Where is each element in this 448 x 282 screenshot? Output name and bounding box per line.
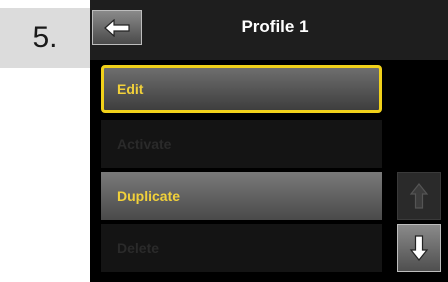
scroll-down-button[interactable] [397,224,441,272]
back-button[interactable] [92,10,142,45]
scroll-up-button[interactable] [397,172,441,220]
page-title: Profile 1 [241,17,309,36]
device-screen: Profile 1 Edit Activate Duplicate Delete [90,0,448,282]
menu-item-label: Edit [117,81,144,97]
menu-item-label: Activate [117,136,172,152]
menu-item-activate[interactable]: Activate [101,120,382,168]
header-bar: Profile 1 [90,0,448,60]
arrow-left-icon [104,18,130,37]
menu-item-duplicate[interactable]: Duplicate [101,172,382,220]
menu-item-label: Delete [117,240,160,256]
step-number-box: 5. [0,8,90,68]
menu-item-delete[interactable]: Delete [101,224,382,272]
step-number: 5. [32,21,58,54]
menu-item-label: Duplicate [117,188,181,204]
arrow-up-icon [409,183,429,209]
arrow-down-icon [409,235,429,261]
menu-item-edit[interactable]: Edit [101,65,382,113]
